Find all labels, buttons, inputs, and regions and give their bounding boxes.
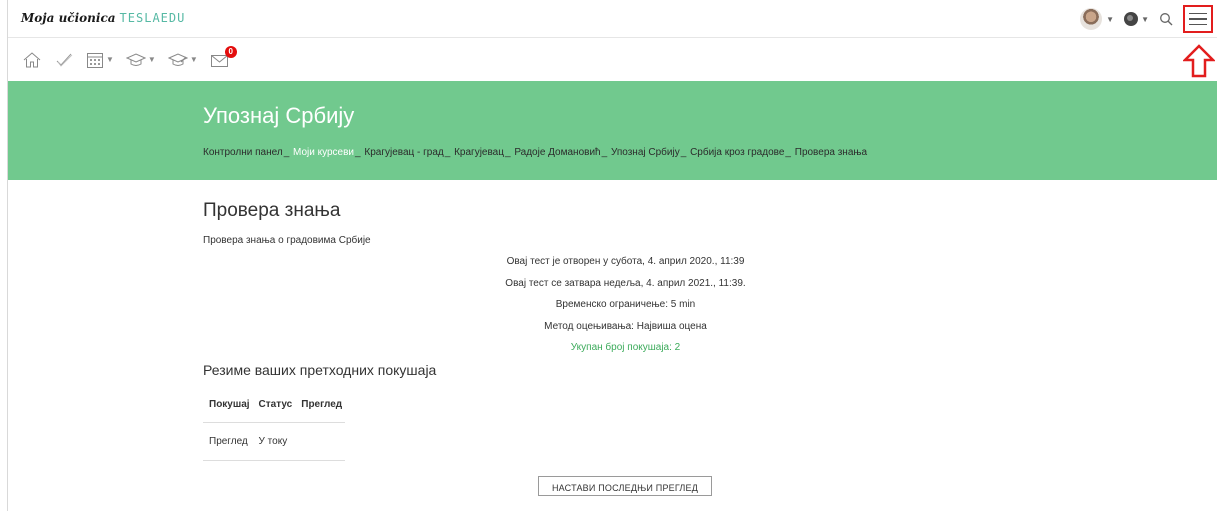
chevron-down-icon: ▼ [189, 55, 198, 64]
checkmark-icon [56, 53, 73, 67]
search-icon[interactable] [1159, 12, 1173, 26]
quiz-time-limit: Временско ограничење: 5 min [555, 299, 696, 310]
secondary-icon-bar: ▼ ▼ ▼ 0 [8, 38, 1217, 81]
review-cell [295, 422, 346, 461]
quiz-closes-info: Овај тест се затвара недеља, 4. април 20… [505, 278, 746, 289]
calendar-menu-button[interactable]: ▼ [86, 51, 114, 69]
table-row: Преглед У току [203, 422, 346, 461]
breadcrumb: Контролни панел_ Моји курсеви_ Крагујева… [203, 147, 867, 158]
completion-button[interactable] [54, 51, 74, 69]
column-header-status: Статус [252, 388, 296, 423]
language-globe-icon[interactable] [1124, 12, 1139, 26]
chevron-down-icon: ▼ [106, 55, 114, 64]
quiz-grading-method: Метод оцењивања: Највиша оцена [544, 321, 707, 332]
logo-script-text: Moja učionica [21, 11, 116, 25]
home-button[interactable] [22, 51, 42, 69]
breadcrumb-item[interactable]: Упознај Србију [611, 147, 680, 158]
course-title: Упознај Србију [203, 103, 355, 128]
breadcrumb-separator: _ [504, 147, 514, 158]
language-chevron-down-icon[interactable]: ▼ [1141, 15, 1149, 24]
status-cell: У току [252, 422, 296, 461]
hamburger-line [1189, 23, 1207, 26]
logo-brand-text: TESLAEDU [119, 11, 186, 25]
hamburger-line [1189, 12, 1207, 15]
column-header-review: Преглед [295, 388, 346, 423]
breadcrumb-item[interactable]: Крагујевац [454, 147, 504, 158]
breadcrumb-item[interactable]: Моји курсеви [293, 147, 354, 158]
breadcrumb-separator: _ [680, 147, 690, 158]
teaching-menu-button[interactable]: ▼ [167, 52, 198, 68]
messages-button[interactable]: 0 [210, 45, 237, 68]
quiz-attempts-total: Укупан број покушаја: 2 [570, 342, 681, 353]
breadcrumb-item[interactable]: Србија кроз градове [690, 147, 784, 158]
annotation-up-arrow-icon [1183, 44, 1215, 78]
home-icon [23, 51, 41, 67]
attempts-summary-title: Резиме ваших претходних покушаја [203, 362, 437, 378]
quiz-opened-info: Овај тест је отворен у субота, 4. април … [506, 256, 745, 267]
top-navbar: Moja učionica TESLAEDU ▼ ▼ [8, 0, 1217, 38]
breadcrumb-separator: _ [601, 147, 610, 158]
calendar-icon [87, 52, 103, 68]
site-logo[interactable]: Moja učionica TESLAEDU [21, 11, 185, 25]
messages-count-badge: 0 [224, 45, 237, 58]
graduation-cap-icon [125, 52, 146, 66]
breadcrumb-separator: _ [444, 147, 454, 158]
user-avatar[interactable] [1080, 8, 1103, 30]
breadcrumb-item[interactable]: Контролни панел [203, 147, 283, 158]
quiz-heading-wrap: Провера знања [203, 200, 340, 222]
quiz-title: Провера знања [203, 200, 341, 221]
breadcrumb-item[interactable]: Радоје Домановић [514, 147, 600, 158]
hamburger-menu-button[interactable] [1183, 5, 1213, 33]
continue-last-attempt-button[interactable]: НАСТАВИ ПОСЛЕДЊИ ПРЕГЛЕД [538, 476, 712, 496]
attempts-table: Покушај Статус Преглед Преглед У току [203, 388, 346, 461]
courses-menu-button[interactable]: ▼ [125, 52, 156, 68]
breadcrumb-separator: _ [283, 147, 293, 158]
course-header: Упознај Србију Контролни панел_ Моји кур… [8, 81, 1217, 180]
quiz-description: Провера знања о градовима Србије [203, 235, 371, 246]
breadcrumb-item[interactable]: Крагујевац - град [364, 147, 443, 158]
breadcrumb-item[interactable]: Провера знања [795, 147, 867, 158]
breadcrumb-separator: _ [785, 147, 794, 158]
graduation-cap-edit-icon [167, 52, 188, 66]
table-header-row: Покушај Статус Преглед [203, 388, 346, 423]
attempt-cell: Преглед [203, 422, 253, 461]
column-header-attempt: Покушај [203, 388, 253, 423]
breadcrumb-separator: _ [355, 147, 364, 158]
user-menu-chevron-down-icon[interactable]: ▼ [1106, 15, 1114, 24]
chevron-down-icon: ▼ [147, 55, 156, 64]
user-tools: ▼ ▼ [1080, 0, 1217, 38]
page-frame: Moja učionica TESLAEDU ▼ ▼ ▼ ▼ ▼ 0 Упозн… [7, 0, 1217, 511]
hamburger-line [1189, 18, 1207, 20]
